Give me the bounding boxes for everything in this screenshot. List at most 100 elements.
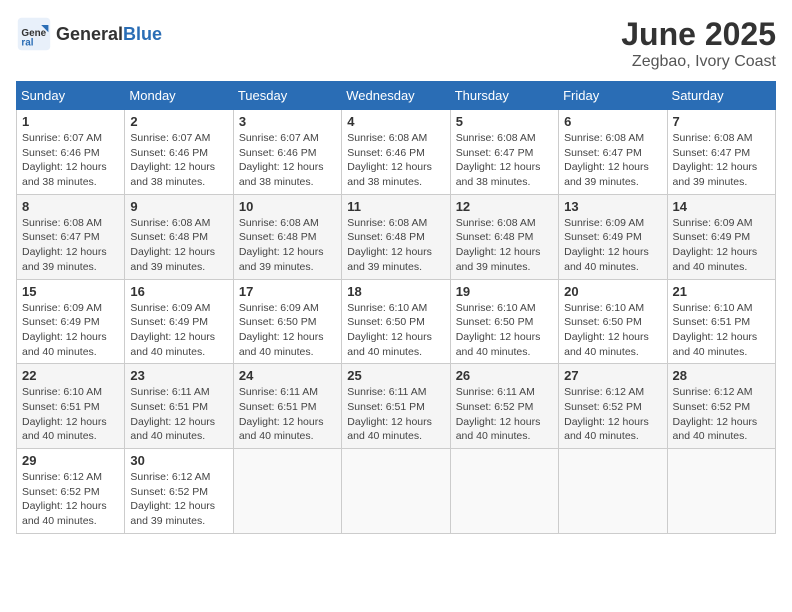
calendar-cell-14: 14 Sunrise: 6:09 AM Sunset: 6:49 PM Dayli… <box>667 194 775 279</box>
day-info: Sunrise: 6:12 AM Sunset: 6:52 PM Dayligh… <box>22 470 119 529</box>
calendar-cell-30: 30Sunrise: 6:12 AM Sunset: 6:52 PM Dayli… <box>125 449 233 534</box>
calendar-cell-23: 23 Sunrise: 6:11 AM Sunset: 6:51 PM Dayli… <box>125 364 233 449</box>
calendar-cell-27: 27Sunrise: 6:12 AM Sunset: 6:52 PM Dayli… <box>559 364 667 449</box>
calendar-cell-28: 28 Sunrise: 6:12 AM Sunset: 6:52 PM Dayli… <box>667 364 775 449</box>
day-number: 1 <box>22 114 119 129</box>
day-number: 4 <box>347 114 444 129</box>
day-number: 22 <box>22 368 119 383</box>
calendar-cell-1: 1Sunrise: 6:07 AM Sunset: 6:46 PM Daylig… <box>17 110 125 195</box>
day-number: 20 <box>564 284 661 299</box>
calendar-cell-11: 11 Sunrise: 6:08 AM Sunset: 6:48 PM Dayli… <box>342 194 450 279</box>
calendar-cell-10: 10 Sunrise: 6:08 AM Sunset: 6:48 PM Dayli… <box>233 194 341 279</box>
calendar-cell-17: 17 Sunrise: 6:09 AM Sunset: 6:50 PM Dayli… <box>233 279 341 364</box>
day-info: Sunrise: 6:07 AM Sunset: 6:46 PM Dayligh… <box>239 131 336 190</box>
day-number: 24 <box>239 368 336 383</box>
calendar-cell-5: 5 Sunrise: 6:08 AM Sunset: 6:47 PM Daylig… <box>450 110 558 195</box>
day-number: 10 <box>239 199 336 214</box>
day-number: 21 <box>673 284 770 299</box>
calendar-cell-4: 4Sunrise: 6:08 AM Sunset: 6:46 PM Daylig… <box>342 110 450 195</box>
calendar-cell-19: 19 Sunrise: 6:10 AM Sunset: 6:50 PM Dayli… <box>450 279 558 364</box>
calendar-header-tuesday: Tuesday <box>233 82 341 110</box>
day-info: Sunrise: 6:08 AM Sunset: 6:48 PM Dayligh… <box>456 216 553 275</box>
calendar-header-saturday: Saturday <box>667 82 775 110</box>
calendar-title: June 2025 <box>621 16 776 53</box>
day-number: 25 <box>347 368 444 383</box>
calendar-header-thursday: Thursday <box>450 82 558 110</box>
day-info: Sunrise: 6:08 AM Sunset: 6:47 PM Dayligh… <box>673 131 770 190</box>
svg-text:ral: ral <box>21 38 33 49</box>
calendar-cell-3: 3 Sunrise: 6:07 AM Sunset: 6:46 PM Daylig… <box>233 110 341 195</box>
logo-text-general: General <box>56 24 123 44</box>
day-number: 16 <box>130 284 227 299</box>
day-info: Sunrise: 6:10 AM Sunset: 6:51 PM Dayligh… <box>22 385 119 444</box>
day-info: Sunrise: 6:09 AM Sunset: 6:49 PM Dayligh… <box>22 301 119 360</box>
calendar-cell-2: 2 Sunrise: 6:07 AM Sunset: 6:46 PM Daylig… <box>125 110 233 195</box>
day-info: Sunrise: 6:10 AM Sunset: 6:50 PM Dayligh… <box>456 301 553 360</box>
day-number: 8 <box>22 199 119 214</box>
day-number: 29 <box>22 453 119 468</box>
day-info: Sunrise: 6:09 AM Sunset: 6:49 PM Dayligh… <box>130 301 227 360</box>
day-info: Sunrise: 6:08 AM Sunset: 6:47 PM Dayligh… <box>22 216 119 275</box>
calendar-cell-9: 9 Sunrise: 6:08 AM Sunset: 6:48 PM Daylig… <box>125 194 233 279</box>
day-number: 23 <box>130 368 227 383</box>
calendar-cell-18: 18 Sunrise: 6:10 AM Sunset: 6:50 PM Dayli… <box>342 279 450 364</box>
day-number: 5 <box>456 114 553 129</box>
calendar-cell-empty <box>667 449 775 534</box>
day-number: 7 <box>673 114 770 129</box>
day-number: 27 <box>564 368 661 383</box>
calendar-table: SundayMondayTuesdayWednesdayThursdayFrid… <box>16 81 776 534</box>
day-info: Sunrise: 6:08 AM Sunset: 6:48 PM Dayligh… <box>130 216 227 275</box>
calendar-cell-16: 16 Sunrise: 6:09 AM Sunset: 6:49 PM Dayli… <box>125 279 233 364</box>
day-number: 6 <box>564 114 661 129</box>
day-info: Sunrise: 6:10 AM Sunset: 6:50 PM Dayligh… <box>564 301 661 360</box>
day-number: 17 <box>239 284 336 299</box>
day-number: 30 <box>130 453 227 468</box>
day-number: 18 <box>347 284 444 299</box>
calendar-cell-8: 8 Sunrise: 6:08 AM Sunset: 6:47 PM Daylig… <box>17 194 125 279</box>
page-header: Gene ral GeneralBlue June 2025 Zegbao, I… <box>16 16 776 71</box>
calendar-subtitle: Zegbao, Ivory Coast <box>621 53 776 71</box>
logo-text-blue: Blue <box>123 24 162 44</box>
day-number: 14 <box>673 199 770 214</box>
calendar-cell-29: 29 Sunrise: 6:12 AM Sunset: 6:52 PM Dayli… <box>17 449 125 534</box>
day-info: Sunrise: 6:11 AM Sunset: 6:51 PM Dayligh… <box>239 385 336 444</box>
calendar-cell-21: 21Sunrise: 6:10 AM Sunset: 6:51 PM Dayli… <box>667 279 775 364</box>
day-number: 15 <box>22 284 119 299</box>
calendar-week-5: 29 Sunrise: 6:12 AM Sunset: 6:52 PM Dayli… <box>17 449 776 534</box>
day-number: 11 <box>347 199 444 214</box>
calendar-cell-empty <box>559 449 667 534</box>
day-info: Sunrise: 6:08 AM Sunset: 6:48 PM Dayligh… <box>239 216 336 275</box>
day-number: 3 <box>239 114 336 129</box>
calendar-cell-6: 6 Sunrise: 6:08 AM Sunset: 6:47 PM Daylig… <box>559 110 667 195</box>
logo: Gene ral GeneralBlue <box>16 16 162 52</box>
calendar-cell-empty <box>233 449 341 534</box>
day-info: Sunrise: 6:10 AM Sunset: 6:50 PM Dayligh… <box>347 301 444 360</box>
day-number: 2 <box>130 114 227 129</box>
day-info: Sunrise: 6:09 AM Sunset: 6:49 PM Dayligh… <box>564 216 661 275</box>
calendar-header-wednesday: Wednesday <box>342 82 450 110</box>
day-info: Sunrise: 6:11 AM Sunset: 6:51 PM Dayligh… <box>347 385 444 444</box>
calendar-week-4: 22 Sunrise: 6:10 AM Sunset: 6:51 PM Dayli… <box>17 364 776 449</box>
day-number: 13 <box>564 199 661 214</box>
calendar-cell-20: 20 Sunrise: 6:10 AM Sunset: 6:50 PM Dayli… <box>559 279 667 364</box>
calendar-header-friday: Friday <box>559 82 667 110</box>
day-number: 19 <box>456 284 553 299</box>
day-info: Sunrise: 6:08 AM Sunset: 6:47 PM Dayligh… <box>564 131 661 190</box>
calendar-header-row: SundayMondayTuesdayWednesdayThursdayFrid… <box>17 82 776 110</box>
day-number: 9 <box>130 199 227 214</box>
day-number: 12 <box>456 199 553 214</box>
calendar-cell-24: 24 Sunrise: 6:11 AM Sunset: 6:51 PM Dayli… <box>233 364 341 449</box>
day-info: Sunrise: 6:11 AM Sunset: 6:51 PM Dayligh… <box>130 385 227 444</box>
day-info: Sunrise: 6:08 AM Sunset: 6:47 PM Dayligh… <box>456 131 553 190</box>
calendar-cell-13: 13 Sunrise: 6:09 AM Sunset: 6:49 PM Dayli… <box>559 194 667 279</box>
day-info: Sunrise: 6:12 AM Sunset: 6:52 PM Dayligh… <box>673 385 770 444</box>
calendar-cell-empty <box>450 449 558 534</box>
day-info: Sunrise: 6:09 AM Sunset: 6:49 PM Dayligh… <box>673 216 770 275</box>
day-info: Sunrise: 6:07 AM Sunset: 6:46 PM Dayligh… <box>130 131 227 190</box>
day-number: 28 <box>673 368 770 383</box>
day-info: Sunrise: 6:09 AM Sunset: 6:50 PM Dayligh… <box>239 301 336 360</box>
day-info: Sunrise: 6:08 AM Sunset: 6:48 PM Dayligh… <box>347 216 444 275</box>
calendar-week-1: 1 Sunrise: 6:07 AM Sunset: 6:46 PM Daylig… <box>17 110 776 195</box>
calendar-week-3: 15 Sunrise: 6:09 AM Sunset: 6:49 PM Dayli… <box>17 279 776 364</box>
calendar-cell-25: 25 Sunrise: 6:11 AM Sunset: 6:51 PM Dayli… <box>342 364 450 449</box>
